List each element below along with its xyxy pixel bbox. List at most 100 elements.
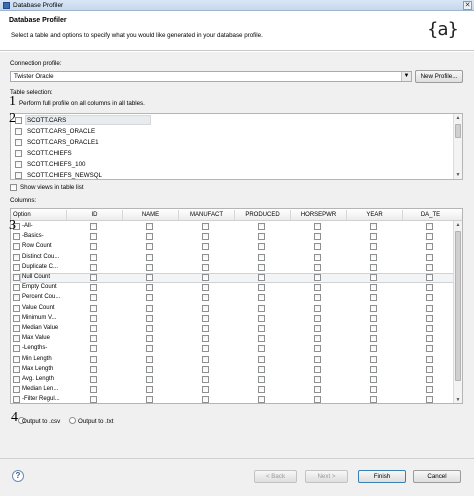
column-checkbox[interactable]	[258, 263, 265, 271]
column-checkbox[interactable]	[370, 284, 377, 292]
column-checkbox[interactable]	[258, 243, 265, 251]
column-checkbox[interactable]	[202, 325, 209, 332]
column-checkbox[interactable]	[90, 325, 97, 332]
option-row[interactable]: Max Length	[11, 365, 462, 375]
option-row[interactable]: Max Value	[11, 334, 462, 344]
column-checkbox[interactable]	[426, 325, 433, 332]
column-header-horsepwr[interactable]: HORSEPWR	[291, 212, 346, 218]
option-checkbox[interactable]	[13, 294, 20, 302]
scroll-up-icon[interactable]: ▲	[454, 221, 462, 229]
show-views-checkbox[interactable]	[10, 184, 17, 191]
column-checkbox[interactable]	[146, 284, 153, 292]
column-checkbox[interactable]	[90, 396, 97, 403]
column-checkbox[interactable]	[314, 233, 321, 241]
column-checkbox[interactable]	[90, 304, 97, 312]
column-checkbox[interactable]	[258, 396, 265, 403]
column-checkbox[interactable]	[258, 345, 265, 353]
option-checkbox[interactable]	[13, 355, 20, 363]
column-checkbox[interactable]	[314, 314, 321, 322]
column-checkbox[interactable]	[314, 263, 321, 271]
option-row[interactable]: Row Count	[11, 242, 462, 252]
column-checkbox[interactable]	[314, 325, 321, 332]
column-checkbox[interactable]	[90, 335, 97, 343]
option-checkbox[interactable]	[13, 325, 20, 332]
option-row[interactable]: Distinct Cou...	[11, 253, 462, 263]
table-checkbox[interactable]	[15, 150, 22, 157]
table-list-item[interactable]: SCOTT.CHIEFS_NEWSQL	[11, 170, 451, 179]
option-checkbox[interactable]	[13, 243, 20, 251]
column-checkbox[interactable]	[426, 335, 433, 343]
option-row[interactable]: Empty Count	[11, 283, 462, 293]
column-checkbox[interactable]	[146, 345, 153, 353]
column-checkbox[interactable]	[90, 263, 97, 271]
column-checkbox[interactable]	[146, 233, 153, 241]
scroll-thumb[interactable]	[455, 124, 461, 138]
table-list-item[interactable]: SCOTT.CARS_ORACLE	[11, 126, 451, 137]
table-checkbox[interactable]	[15, 128, 22, 135]
cancel-button[interactable]: Cancel	[413, 470, 461, 483]
column-checkbox[interactable]	[202, 314, 209, 322]
column-checkbox[interactable]	[426, 386, 433, 394]
column-checkbox[interactable]	[90, 274, 97, 281]
option-row[interactable]: -Filter Regul...	[11, 395, 462, 403]
column-checkbox[interactable]	[426, 274, 433, 281]
column-header-year[interactable]: YEAR	[347, 212, 402, 218]
column-checkbox[interactable]	[370, 345, 377, 353]
column-checkbox[interactable]	[314, 365, 321, 373]
columns-grid[interactable]: Option ID NAME MANUFACT PRODUCED HORSEPW…	[10, 208, 463, 404]
column-checkbox[interactable]	[146, 365, 153, 373]
column-checkbox[interactable]	[90, 314, 97, 322]
option-row[interactable]: Median Value	[11, 324, 462, 334]
column-checkbox[interactable]	[258, 386, 265, 394]
option-row[interactable]: Value Count	[11, 304, 462, 314]
column-checkbox[interactable]	[146, 396, 153, 403]
column-checkbox[interactable]	[370, 253, 377, 261]
option-row[interactable]: Null Count	[11, 273, 462, 283]
scroll-thumb[interactable]	[455, 231, 461, 381]
column-checkbox[interactable]	[426, 304, 433, 312]
column-checkbox[interactable]	[426, 243, 433, 251]
chevron-down-icon[interactable]: ▼	[401, 72, 411, 81]
column-checkbox[interactable]	[258, 233, 265, 241]
table-list-item[interactable]: SCOTT.CHIEFS	[11, 148, 451, 159]
column-checkbox[interactable]	[370, 386, 377, 394]
scroll-down-icon[interactable]: ▼	[454, 171, 462, 179]
column-checkbox[interactable]	[202, 396, 209, 403]
column-checkbox[interactable]	[258, 325, 265, 332]
column-checkbox[interactable]	[370, 376, 377, 383]
option-checkbox[interactable]	[13, 314, 20, 322]
column-checkbox[interactable]	[370, 243, 377, 251]
column-checkbox[interactable]	[202, 263, 209, 271]
table-list-scrollbar[interactable]: ▲ ▼	[453, 114, 462, 179]
grid-scrollbar[interactable]: ▲ ▼	[453, 221, 462, 403]
column-checkbox[interactable]	[370, 325, 377, 332]
column-checkbox[interactable]	[370, 396, 377, 403]
option-row[interactable]: -All-	[11, 222, 462, 232]
column-checkbox[interactable]	[146, 335, 153, 343]
column-checkbox[interactable]	[258, 304, 265, 312]
column-checkbox[interactable]	[146, 386, 153, 394]
column-checkbox[interactable]	[314, 243, 321, 251]
column-checkbox[interactable]	[202, 243, 209, 251]
column-checkbox[interactable]	[258, 294, 265, 302]
column-checkbox[interactable]	[146, 253, 153, 261]
option-checkbox[interactable]	[13, 304, 20, 312]
column-checkbox[interactable]	[202, 345, 209, 353]
new-profile-button[interactable]: New Profile...	[415, 70, 463, 83]
column-checkbox[interactable]	[202, 335, 209, 343]
option-row[interactable]: Min Length	[11, 355, 462, 365]
column-checkbox[interactable]	[90, 386, 97, 394]
column-checkbox[interactable]	[314, 386, 321, 394]
column-checkbox[interactable]	[202, 386, 209, 394]
column-checkbox[interactable]	[426, 233, 433, 241]
table-checkbox[interactable]	[15, 172, 22, 179]
column-checkbox[interactable]	[314, 376, 321, 383]
column-checkbox[interactable]	[146, 304, 153, 312]
table-checkbox[interactable]	[15, 139, 22, 146]
column-checkbox[interactable]	[202, 284, 209, 292]
table-list-item[interactable]: SCOTT.CHIEFS_100	[11, 159, 451, 170]
column-checkbox[interactable]	[258, 223, 265, 230]
column-checkbox[interactable]	[202, 274, 209, 281]
table-list-item[interactable]: SCOTT.CARS_ORACLE1	[11, 137, 451, 148]
column-checkbox[interactable]	[146, 376, 153, 383]
